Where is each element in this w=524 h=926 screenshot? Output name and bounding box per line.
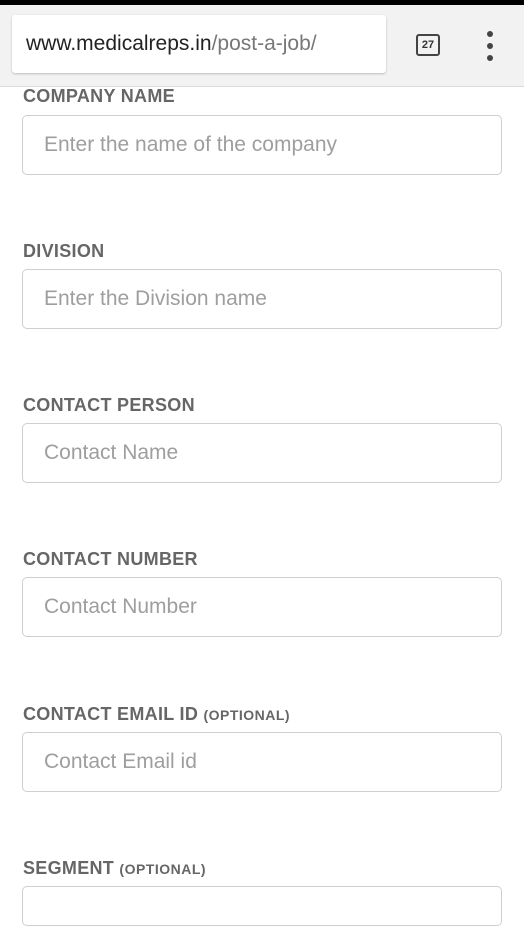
- url-host: www.medicalreps.in: [26, 32, 212, 55]
- division-label: DIVISION: [23, 241, 104, 262]
- contact-number-label-text: CONTACT NUMBER: [23, 549, 198, 569]
- division-label-text: DIVISION: [23, 241, 105, 261]
- browser-toolbar: www.medicalreps.in/post-a-job/ 27: [0, 5, 524, 87]
- segment-select[interactable]: [22, 886, 502, 926]
- contact-email-optional-tag: (OPTIONAL): [203, 707, 291, 723]
- tab-count: 27: [421, 38, 435, 51]
- post-job-form: COMPANY NAME DIVISION CONTACT PERSON CON…: [0, 0, 524, 926]
- company-name-label-text: COMPANY NAME: [23, 86, 175, 106]
- menu-dot: [487, 31, 493, 37]
- contact-person-label: CONTACT PERSON: [23, 395, 195, 416]
- division-input[interactable]: [22, 269, 502, 329]
- segment-label-text: SEGMENT: [23, 858, 115, 878]
- tab-switcher-icon[interactable]: 27: [416, 34, 440, 56]
- contact-email-label-text: CONTACT EMAIL ID: [23, 704, 199, 724]
- contact-email-input[interactable]: [22, 732, 502, 792]
- url-path: /post-a-job/: [211, 32, 317, 55]
- segment-label: SEGMENT (OPTIONAL): [23, 858, 206, 879]
- contact-person-input[interactable]: [22, 423, 502, 483]
- company-name-label: COMPANY NAME: [23, 86, 175, 107]
- contact-person-label-text: CONTACT PERSON: [23, 395, 195, 415]
- segment-optional-tag: (OPTIONAL): [119, 861, 207, 877]
- address-bar[interactable]: www.medicalreps.in/post-a-job/: [12, 15, 386, 73]
- contact-number-label: CONTACT NUMBER: [23, 549, 198, 570]
- menu-dot: [487, 55, 493, 61]
- company-name-input[interactable]: [22, 115, 502, 175]
- overflow-menu-icon[interactable]: [478, 31, 502, 61]
- contact-number-input[interactable]: [22, 577, 502, 637]
- menu-dot: [487, 43, 493, 49]
- contact-email-label: CONTACT EMAIL ID (OPTIONAL): [23, 704, 290, 725]
